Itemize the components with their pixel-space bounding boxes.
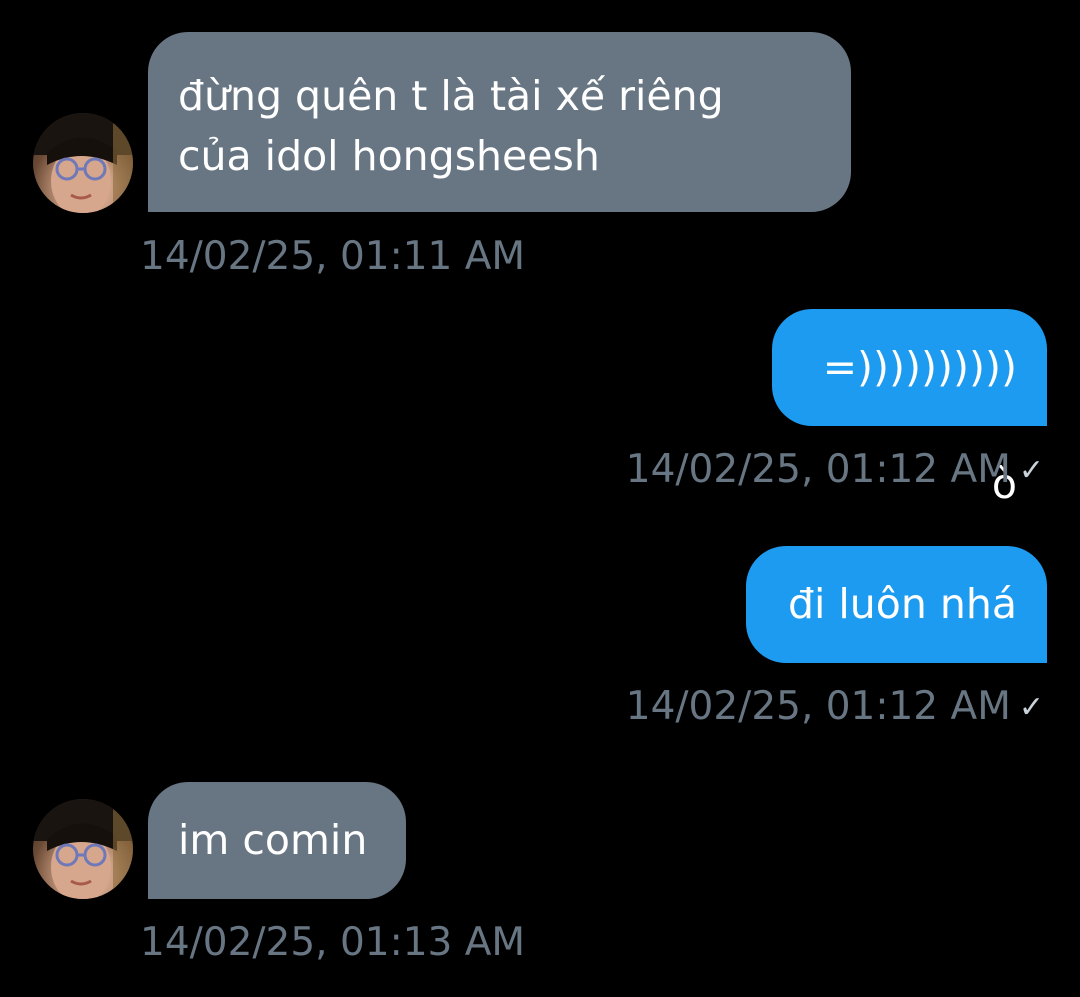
message-timestamp-row: 14/02/25, 01:12 AM ✓ xyxy=(626,684,1044,731)
message-timestamp: 14/02/25, 01:13 AM xyxy=(140,920,526,965)
check-icon: ✓ xyxy=(1018,453,1044,488)
message-timestamp-row: 14/02/25, 01:12 AM ✓ xyxy=(626,447,1044,494)
check-icon: ✓ xyxy=(1018,690,1044,725)
message-timestamp: 14/02/25, 01:11 AM xyxy=(140,234,526,279)
message-bubble-outgoing[interactable]: =)))))))))) ò xyxy=(772,309,1047,508)
message-list: đừng quên t là tài xế riêng của idol hon… xyxy=(0,0,1080,997)
message-timestamp: 14/02/25, 01:12 AM xyxy=(625,447,1011,492)
message-bubble-incoming[interactable]: im comin xyxy=(148,782,406,899)
message-timestamp: 14/02/25, 01:12 AM xyxy=(625,684,1011,729)
sender-avatar[interactable] xyxy=(33,113,133,213)
message-bubble-incoming[interactable]: đừng quên t là tài xế riêng của idol hon… xyxy=(148,32,851,212)
message-bubble-outgoing[interactable]: đi luôn nhá xyxy=(746,546,1047,663)
sender-avatar[interactable] xyxy=(33,799,133,899)
